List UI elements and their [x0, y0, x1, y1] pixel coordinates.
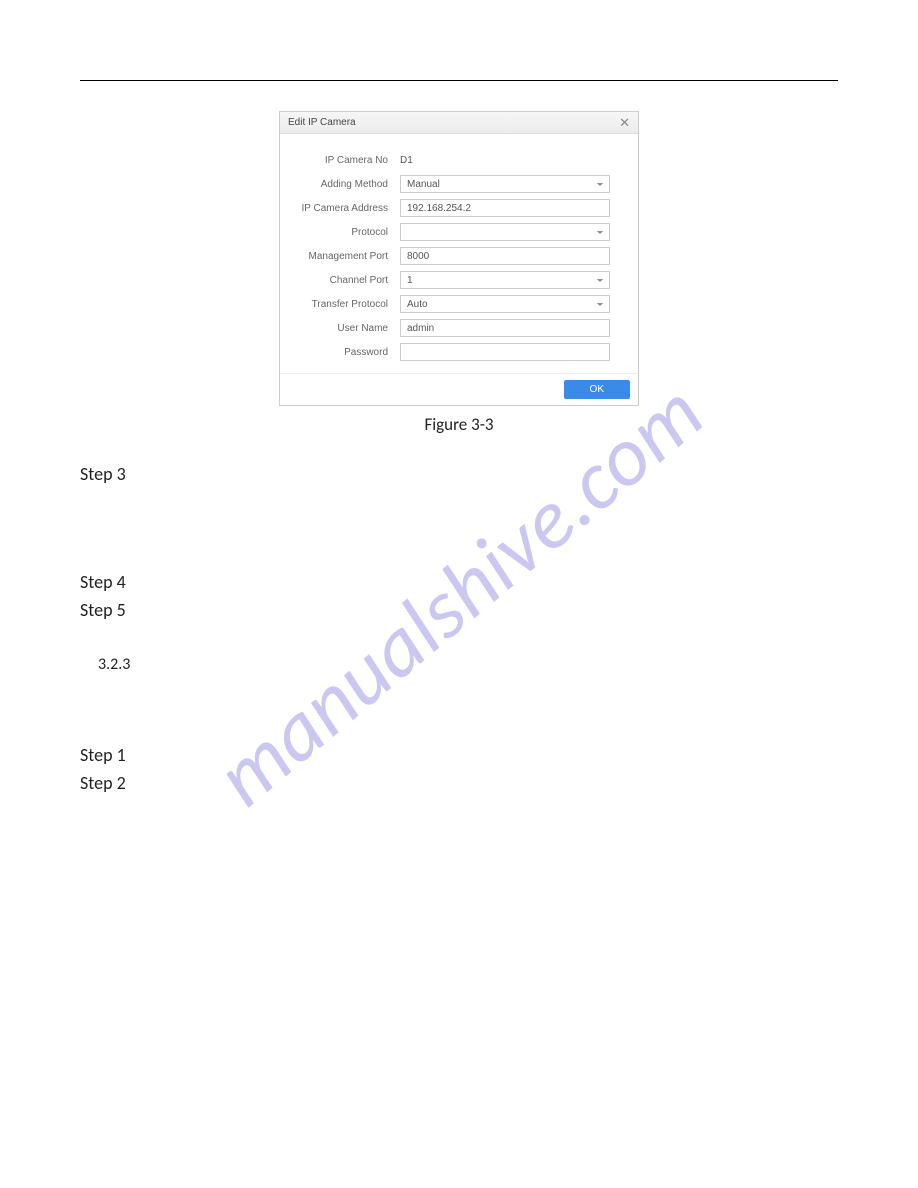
chevron-down-icon	[597, 279, 603, 282]
field-row-protocol: Protocol	[300, 223, 610, 241]
input-username-value: admin	[407, 323, 434, 334]
dialog-figure: Edit IP Camera ✕ IP Camera No D1 Adding …	[279, 111, 639, 406]
label-transfer-protocol: Transfer Protocol	[300, 299, 400, 310]
step-5-label: Step 5	[80, 599, 838, 621]
dialog-footer: OK	[280, 373, 638, 405]
dialog-titlebar: Edit IP Camera ✕	[280, 112, 638, 134]
field-row-channel-port: Channel Port 1	[300, 271, 610, 289]
field-row-address: IP Camera Address 192.168.254.2	[300, 199, 610, 217]
horizontal-rule	[80, 80, 838, 81]
field-row-transfer-protocol: Transfer Protocol Auto	[300, 295, 610, 313]
label-channel-port: Channel Port	[300, 275, 400, 286]
select-protocol[interactable]	[400, 223, 610, 241]
input-password[interactable]	[400, 343, 610, 361]
label-address: IP Camera Address	[300, 203, 400, 214]
figure-caption: Figure 3-3	[80, 414, 838, 435]
select-adding-method[interactable]: Manual	[400, 175, 610, 193]
value-camera-no: D1	[400, 152, 610, 169]
label-camera-no: IP Camera No	[300, 155, 400, 166]
close-icon[interactable]: ✕	[619, 116, 630, 129]
select-adding-method-value: Manual	[407, 179, 440, 190]
label-password: Password	[300, 347, 400, 358]
select-transfer-protocol[interactable]: Auto	[400, 295, 610, 313]
field-row-adding-method: Adding Method Manual	[300, 175, 610, 193]
input-username[interactable]: admin	[400, 319, 610, 337]
select-channel-port-value: 1	[407, 275, 413, 286]
chevron-down-icon	[597, 231, 603, 234]
step-3-label: Step 3	[80, 463, 838, 485]
select-transfer-protocol-value: Auto	[407, 299, 428, 310]
chevron-down-icon	[597, 303, 603, 306]
document-page: manualshive.com Edit IP Camera ✕ IP Came…	[0, 0, 918, 1188]
section-number: 3.2.3	[98, 655, 838, 674]
field-row-camera-no: IP Camera No D1	[300, 152, 610, 169]
field-row-username: User Name admin	[300, 319, 610, 337]
label-mgmt-port: Management Port	[300, 251, 400, 262]
step-2-label: Step 2	[80, 772, 838, 794]
ok-button[interactable]: OK	[564, 380, 630, 399]
select-channel-port[interactable]: 1	[400, 271, 610, 289]
dialog-title-text: Edit IP Camera	[288, 117, 356, 128]
dialog-body: IP Camera No D1 Adding Method Manual IP …	[280, 134, 638, 373]
edit-ip-camera-dialog: Edit IP Camera ✕ IP Camera No D1 Adding …	[279, 111, 639, 406]
field-row-mgmt-port: Management Port 8000	[300, 247, 610, 265]
input-mgmt-port-value: 8000	[407, 251, 429, 262]
input-mgmt-port[interactable]: 8000	[400, 247, 610, 265]
field-row-password: Password	[300, 343, 610, 361]
chevron-down-icon	[597, 183, 603, 186]
label-protocol: Protocol	[300, 227, 400, 238]
step-4-label: Step 4	[80, 571, 838, 593]
label-adding-method: Adding Method	[300, 179, 400, 190]
input-address[interactable]: 192.168.254.2	[400, 199, 610, 217]
step-1-label: Step 1	[80, 744, 838, 766]
input-address-value: 192.168.254.2	[407, 203, 471, 214]
label-username: User Name	[300, 323, 400, 334]
